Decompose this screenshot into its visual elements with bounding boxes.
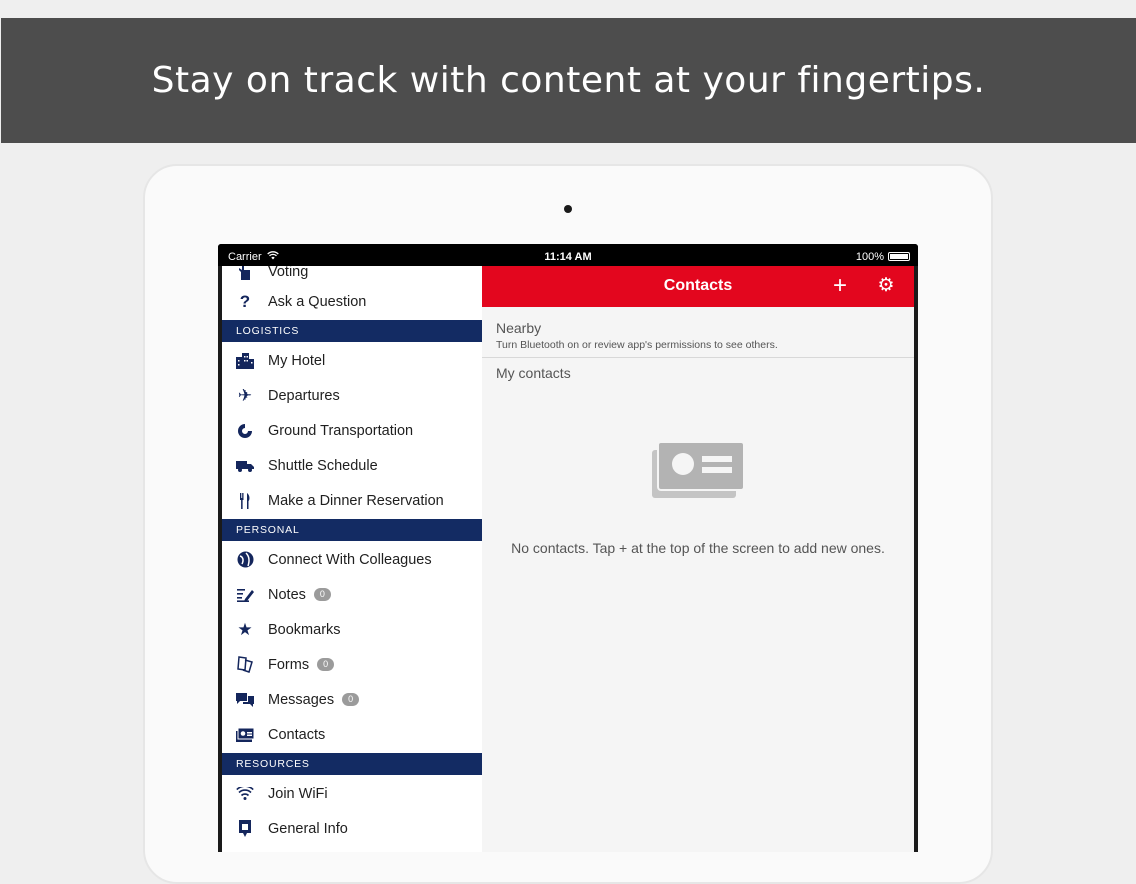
sidebar-item-shuttle-schedule[interactable]: Shuttle Schedule bbox=[222, 448, 482, 483]
sidebar-item-label: Bookmarks bbox=[268, 621, 341, 638]
sidebar-item-label: Forms bbox=[268, 656, 310, 673]
globe-icon bbox=[222, 551, 268, 568]
sidebar-item-label: My Hotel bbox=[268, 352, 326, 369]
sidebar-item-general-info[interactable]: General Info bbox=[222, 811, 482, 846]
contacts-panel: Contacts + ⚙ Nearby Turn Bluetooth on or… bbox=[482, 266, 914, 852]
nearby-section[interactable]: Nearby Turn Bluetooth on or review app's… bbox=[482, 307, 914, 358]
sidebar-item-label: Join WiFi bbox=[268, 785, 328, 802]
forms-count-badge: 0 bbox=[317, 658, 335, 671]
sidebar-item-ask-question[interactable]: ? Ask a Question bbox=[222, 284, 482, 319]
sidebar-menu[interactable]: Voting ? Ask a Question LOGISTICS My Hot… bbox=[222, 266, 482, 852]
wifi-icon bbox=[222, 787, 268, 800]
section-header-resources: RESOURCES bbox=[222, 753, 482, 775]
settings-button[interactable]: ⚙ bbox=[874, 274, 898, 297]
hand-icon bbox=[222, 266, 268, 280]
gear-icon: ⚙ bbox=[877, 275, 895, 296]
question-icon: ? bbox=[239, 291, 251, 311]
sidebar-item-label: Contacts bbox=[268, 726, 326, 743]
section-header-logistics: LOGISTICS bbox=[222, 320, 482, 342]
sidebar-item-messages[interactable]: Messages 0 bbox=[222, 682, 482, 717]
sidebar-item-contacts[interactable]: Contacts bbox=[222, 717, 482, 752]
sidebar-item-connect-colleagues[interactable]: Connect With Colleagues bbox=[222, 542, 482, 577]
airplane-icon: ✈ bbox=[237, 385, 253, 405]
sidebar-item-label: Notes bbox=[268, 586, 306, 603]
device-screen: Carrier 11:14 AM 100% Voting ? Ask a Que… bbox=[218, 244, 918, 852]
sidebar-item-label: Make a Dinner Reservation bbox=[268, 492, 444, 509]
battery-icon bbox=[888, 252, 910, 261]
banner-headline: Stay on track with content at your finge… bbox=[151, 60, 986, 101]
notes-icon bbox=[222, 587, 268, 602]
camera-dot bbox=[564, 205, 572, 213]
sidebar-item-my-hotel[interactable]: My Hotel bbox=[222, 343, 482, 378]
sidebar-item-departures[interactable]: ✈ Departures bbox=[222, 378, 482, 413]
battery-percent: 100% bbox=[855, 251, 884, 263]
sidebar-item-notes[interactable]: Notes 0 bbox=[222, 577, 482, 612]
sidebar-item-label: General Info bbox=[268, 820, 348, 837]
status-bar: Carrier 11:14 AM 100% bbox=[218, 244, 918, 266]
messages-count-badge: 0 bbox=[342, 693, 360, 706]
hotel-icon bbox=[222, 352, 268, 369]
transport-icon bbox=[222, 423, 268, 439]
clock: 11:14 AM bbox=[544, 251, 592, 263]
sidebar-item-dinner-reservation[interactable]: Make a Dinner Reservation bbox=[222, 483, 482, 518]
nav-bar: Contacts + ⚙ bbox=[482, 266, 914, 307]
nearby-subtitle: Turn Bluetooth on or review app's permis… bbox=[496, 339, 778, 351]
section-header-personal: PERSONAL bbox=[222, 519, 482, 541]
sidebar-item-label: Voting bbox=[268, 266, 309, 280]
notes-count-badge: 0 bbox=[313, 588, 331, 601]
sidebar-item-label: Ask a Question bbox=[268, 293, 367, 310]
forms-icon bbox=[222, 656, 268, 673]
truck-icon bbox=[222, 460, 268, 472]
sidebar-item-label: Ground Transportation bbox=[268, 422, 414, 439]
contact-card-icon bbox=[222, 727, 268, 742]
promo-banner: Stay on track with content at your finge… bbox=[1, 18, 1136, 143]
sidebar-item-label: Departures bbox=[268, 387, 340, 404]
empty-state-message: No contacts. Tap + at the top of the scr… bbox=[511, 540, 885, 556]
sidebar-item-label: Shuttle Schedule bbox=[268, 457, 378, 474]
chat-icon bbox=[222, 692, 268, 708]
my-contacts-title: My contacts bbox=[496, 365, 571, 381]
contact-card-placeholder-icon bbox=[652, 441, 745, 498]
sidebar-item-label: Messages bbox=[268, 691, 335, 708]
nearby-title: Nearby bbox=[496, 320, 542, 336]
fork-knife-icon bbox=[222, 492, 268, 509]
sidebar-item-join-wifi[interactable]: Join WiFi bbox=[222, 776, 482, 811]
sidebar-item-ground-transportation[interactable]: Ground Transportation bbox=[222, 413, 482, 448]
sidebar-item-label: Connect With Colleagues bbox=[268, 551, 432, 568]
sidebar-item-bookmarks[interactable]: ★ Bookmarks bbox=[222, 612, 482, 647]
info-icon bbox=[222, 820, 268, 837]
sidebar-item-forms[interactable]: Forms 0 bbox=[222, 647, 482, 682]
star-icon: ★ bbox=[237, 619, 253, 639]
add-contact-button[interactable]: + bbox=[828, 272, 852, 300]
